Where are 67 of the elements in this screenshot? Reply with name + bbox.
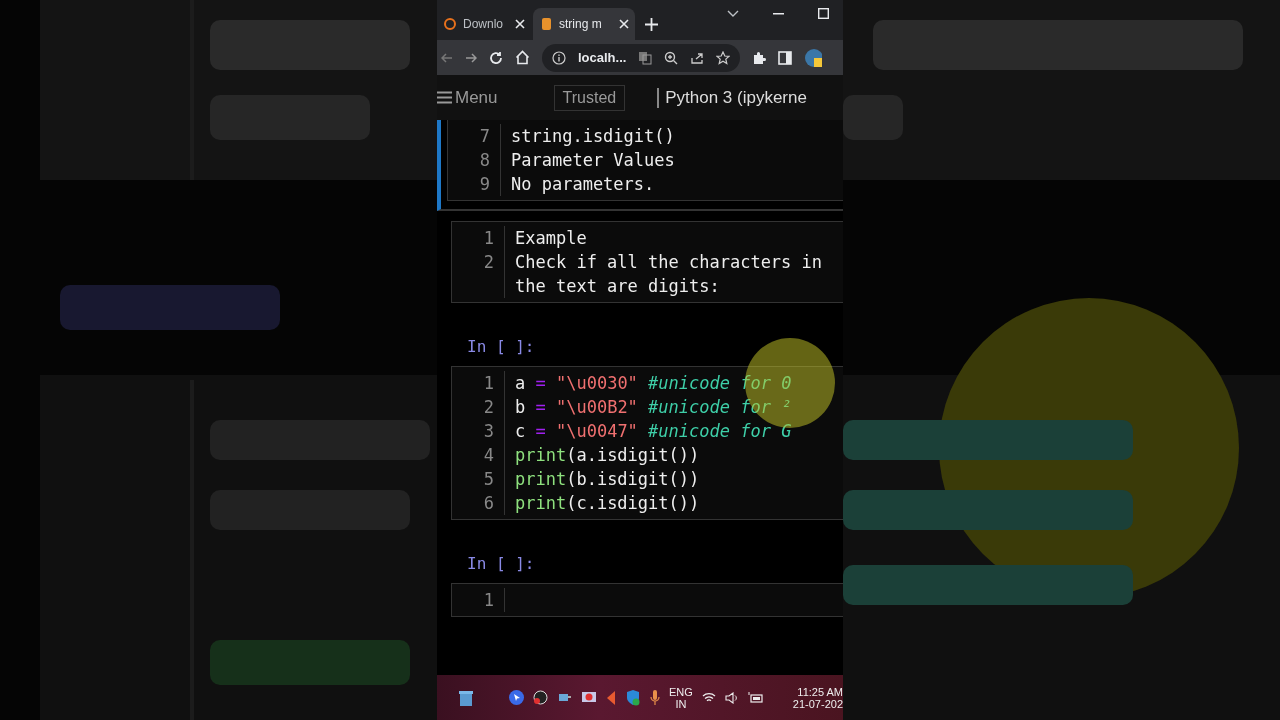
zoom-icon[interactable] xyxy=(664,50,679,65)
profile-icon[interactable] xyxy=(804,47,823,68)
code-line: Parameter Values xyxy=(510,149,676,172)
line-number: 6 xyxy=(452,491,505,515)
volume-icon[interactable] xyxy=(724,691,739,704)
speaker-cone-icon[interactable] xyxy=(606,690,616,705)
line-number: 1 xyxy=(452,371,505,395)
line-number: 5 xyxy=(452,467,505,491)
side-panel-icon[interactable] xyxy=(778,50,793,65)
ring-icon xyxy=(443,17,457,31)
code-line: No parameters. xyxy=(510,173,656,196)
book-icon xyxy=(539,17,553,31)
cursor-app-icon[interactable] xyxy=(509,690,524,705)
recycle-bin-icon[interactable] xyxy=(457,688,475,707)
line-number: 9 xyxy=(448,172,501,196)
record-icon[interactable] xyxy=(533,690,548,705)
kernel-name: Python 3 (ipykerne xyxy=(657,87,807,108)
forward-icon[interactable] xyxy=(465,51,477,64)
wifi-icon[interactable] xyxy=(701,692,716,703)
line-number: 2 xyxy=(452,250,505,298)
markdown-editor[interactable]: 1 Example 2 Check if all the characters in the text are digits: xyxy=(451,221,843,303)
shield-icon[interactable] xyxy=(625,689,641,706)
line-number: 3 xyxy=(452,419,505,443)
battery-icon[interactable] xyxy=(747,691,764,704)
code-line: print(b.isdigit()) xyxy=(514,468,701,491)
browser-tab[interactable]: Downlo xyxy=(437,8,531,40)
menu-button[interactable]: Menu xyxy=(437,87,498,108)
line-number: 8 xyxy=(448,148,501,172)
chevron-down-icon[interactable] xyxy=(727,9,739,18)
address-bar[interactable]: localh... xyxy=(542,43,741,72)
reload-icon[interactable] xyxy=(489,50,503,65)
microphone-icon[interactable] xyxy=(650,689,660,706)
minimize-icon[interactable] xyxy=(773,12,784,15)
browser-tab[interactable]: string m xyxy=(533,8,635,40)
code-line: c = "\u0047" #unicode for G xyxy=(514,420,793,443)
back-icon[interactable] xyxy=(441,51,453,64)
code-line: print(c.isdigit()) xyxy=(514,492,701,515)
translate-icon[interactable] xyxy=(638,50,653,65)
notebook-cell[interactable]: In [ ]: 1 xyxy=(437,530,843,627)
clock[interactable]: 11:25 AM 21-07-202 xyxy=(792,685,843,710)
language-indicator[interactable]: ENG IN xyxy=(669,685,693,710)
code-editor[interactable]: 1 xyxy=(451,583,843,617)
code-line: Example xyxy=(514,227,588,250)
star-icon[interactable] xyxy=(716,50,731,65)
info-icon xyxy=(552,50,566,65)
monitor-icon[interactable] xyxy=(557,691,572,704)
code-line: string.isdigit() xyxy=(510,125,676,148)
notebook-cell[interactable]: 1 Example 2 Check if all the characters in the text are digits: xyxy=(437,211,843,313)
input-prompt: In [ ]: xyxy=(466,553,536,575)
menu-icon xyxy=(437,91,452,104)
trusted-button[interactable]: Trusted xyxy=(553,84,626,111)
blocked-screen-icon[interactable] xyxy=(581,690,597,705)
input-prompt: In [ ]: xyxy=(466,336,536,358)
line-number: 1 xyxy=(452,226,505,250)
puzzle-icon[interactable] xyxy=(752,50,767,65)
line-number: 2 xyxy=(452,395,505,419)
maximize-icon[interactable] xyxy=(818,8,829,19)
line-number: 1 xyxy=(452,588,505,612)
code-line: print(a.isdigit()) xyxy=(514,444,701,467)
close-icon[interactable] xyxy=(515,19,525,29)
new-tab-icon[interactable] xyxy=(645,17,658,31)
line-number: 4 xyxy=(452,443,505,467)
close-icon[interactable] xyxy=(619,19,629,29)
line-number: 7 xyxy=(448,124,501,148)
code-line: Check if all the characters in the text are digits: xyxy=(514,251,824,298)
share-icon[interactable] xyxy=(690,50,705,65)
home-icon[interactable] xyxy=(515,50,530,65)
